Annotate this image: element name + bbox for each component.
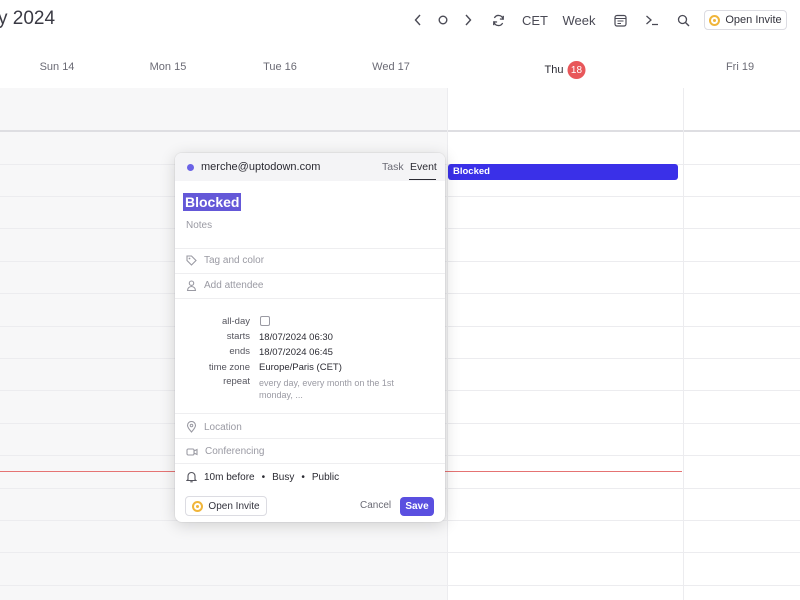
day-column-divider — [683, 88, 684, 600]
allday-label: all-day — [222, 316, 250, 327]
notes-input[interactable]: Notes — [186, 220, 212, 231]
event-title-input[interactable]: Blocked — [183, 193, 242, 211]
terminal-icon — [646, 15, 658, 26]
month-year-title: y 2024 — [0, 8, 56, 29]
day-header-thu: Thu 18 — [545, 61, 586, 79]
hour-line — [0, 585, 800, 586]
all-day-divider — [0, 130, 800, 132]
calendar-icon — [613, 14, 627, 27]
reminder-value[interactable]: 10m before — [204, 472, 255, 483]
day-header-fri: Fri 19 — [726, 61, 754, 73]
attendee-label: Add attendee — [204, 280, 264, 291]
bell-icon — [186, 471, 197, 483]
today-badge: 18 — [567, 61, 586, 79]
repeat-value[interactable]: every day, every month on the 1st monday… — [259, 377, 424, 401]
divider — [175, 298, 445, 299]
day-label: Thu — [544, 64, 564, 76]
timezone-label: time zone — [208, 362, 250, 373]
video-camera-icon — [186, 447, 198, 456]
open-invite-button[interactable]: Open Invite — [704, 10, 787, 30]
tag-label: Tag and color — [204, 255, 265, 266]
open-invite-logo-icon — [709, 14, 721, 26]
open-invite-footer-button[interactable]: Open Invite — [185, 496, 267, 516]
command-button[interactable] — [644, 11, 660, 29]
save-button[interactable]: Save — [400, 497, 434, 516]
person-icon — [186, 280, 197, 291]
separator-dot: • — [301, 471, 305, 483]
hour-line — [0, 552, 800, 553]
calendar-view-button[interactable] — [612, 11, 628, 29]
chevron-left-icon — [414, 14, 421, 26]
day-header-wed: Wed 17 — [372, 61, 410, 73]
divider — [175, 438, 445, 439]
event-editor-popover: merche@uptodown.com Task Event Blocked N… — [175, 153, 445, 522]
day-header-tue: Tue 16 — [263, 61, 297, 73]
account-selector[interactable]: merche@uptodown.com — [201, 161, 320, 173]
divider — [175, 273, 445, 274]
separator-dot: • — [261, 471, 266, 483]
conferencing-label: Conferencing — [205, 446, 265, 457]
conferencing-row[interactable]: Conferencing — [186, 446, 264, 457]
location-row[interactable]: Location — [186, 421, 242, 433]
open-invite-footer-label: Open Invite — [208, 500, 260, 512]
divider — [175, 248, 445, 249]
search-button[interactable] — [676, 11, 690, 29]
calendar-color-dot — [187, 164, 194, 171]
starts-label: starts — [226, 331, 250, 342]
view-selector-button[interactable]: Week — [562, 11, 596, 29]
ends-label: ends — [229, 346, 250, 357]
repeat-label: repeat — [223, 376, 250, 387]
day-label: Mon 15 — [149, 61, 187, 73]
ends-value[interactable]: 18/07/2024 06:45 — [259, 347, 333, 358]
chevron-right-icon — [465, 14, 472, 26]
visibility-value[interactable]: Public — [312, 472, 339, 483]
calendar-app: y 2024 CET Week Open Invite Sun 14 Mon 1… — [0, 0, 800, 600]
event-blocked[interactable]: Blocked — [448, 164, 678, 180]
day-header-sun: Sun 14 — [40, 61, 75, 73]
tab-event[interactable]: Event — [410, 161, 437, 173]
starts-value[interactable]: 18/07/2024 06:30 — [259, 332, 333, 343]
day-label: Fri 19 — [725, 61, 755, 73]
circle-icon — [438, 15, 448, 25]
allday-checkbox[interactable] — [260, 316, 270, 326]
busy-value[interactable]: Busy — [272, 472, 294, 483]
open-invite-label: Open Invite — [725, 14, 782, 26]
tab-task[interactable]: Task — [382, 161, 404, 173]
timezone-value[interactable]: Europe/Paris (CET) — [259, 362, 342, 373]
sync-button[interactable] — [490, 11, 506, 29]
tag-and-color-row[interactable]: Tag and color — [186, 255, 264, 266]
day-header-mon: Mon 15 — [150, 61, 187, 73]
day-label: Wed 17 — [372, 61, 410, 73]
next-week-button[interactable] — [462, 11, 474, 29]
divider — [175, 413, 445, 414]
previous-week-button[interactable] — [412, 11, 424, 29]
cancel-button[interactable]: Cancel — [360, 500, 391, 511]
timezone-button[interactable]: CET — [522, 11, 548, 29]
divider — [175, 463, 445, 464]
day-label: Tue 16 — [263, 61, 297, 73]
today-button[interactable] — [436, 11, 450, 29]
add-attendee-row[interactable]: Add attendee — [186, 280, 264, 291]
search-icon — [677, 14, 689, 26]
alert-settings-row[interactable]: 10m before • Busy • Public — [186, 471, 339, 483]
tag-icon — [186, 255, 197, 266]
refresh-icon — [492, 14, 504, 26]
day-label: Sun 14 — [39, 61, 75, 73]
location-pin-icon — [186, 421, 197, 433]
selected-tab-underline — [409, 179, 436, 180]
open-invite-logo-icon — [192, 500, 204, 512]
location-label: Location — [204, 421, 242, 433]
